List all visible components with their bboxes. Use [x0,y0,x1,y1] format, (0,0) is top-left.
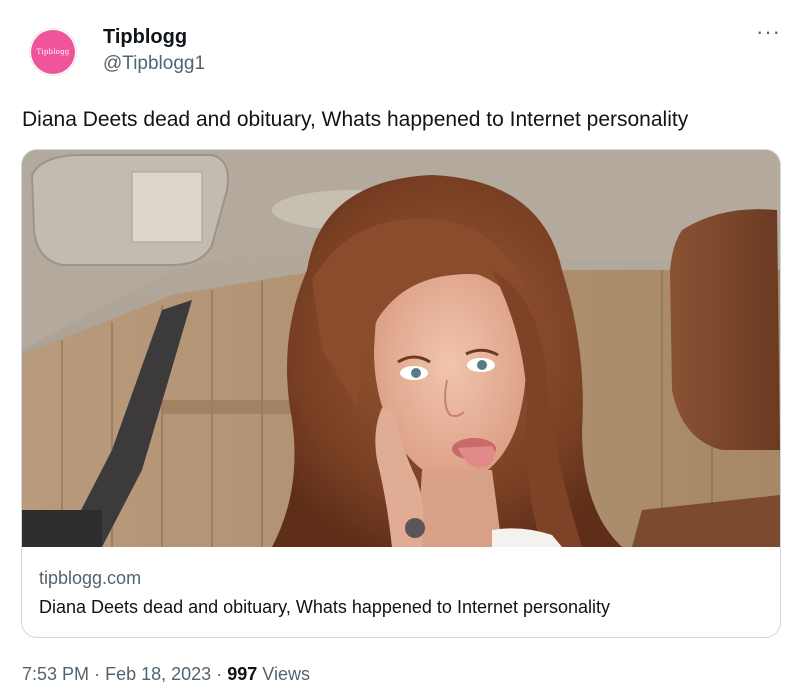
meta-separator: · [94,664,101,684]
more-horizontal-icon[interactable]: ··· [756,21,781,43]
author-display-name[interactable]: Tipblogg [103,26,187,49]
link-card-domain: tipblogg.com [39,568,142,588]
link-card-title: Diana Deets dead and obituary, Whats hap… [39,597,611,617]
views-label: Views [262,664,310,684]
tweet-metadata: 7:53 PM · Feb 18, 2023 · 997 Views [22,664,310,685]
avatar-text: Tipblogg [36,48,70,56]
photo-illustration [22,150,780,547]
tweet-time[interactable]: 7:53 PM [22,664,89,684]
author-handle[interactable]: @Tipblogg1 [103,53,205,75]
link-card-image[interactable] [22,150,780,547]
avatar-logo: Tipblogg [31,30,75,74]
tweet: Tipblogg Tipblogg @Tipblogg1 ··· Diana D… [0,0,800,691]
link-card[interactable]: tipblogg.com Diana Deets dead and obitua… [21,149,781,638]
meta-separator: · [216,664,223,684]
views-count: 997 [227,664,258,684]
tweet-date[interactable]: Feb 18, 2023 [105,664,211,684]
tweet-text: Diana Deets dead and obituary, Whats hap… [22,108,689,131]
avatar[interactable]: Tipblogg [29,28,77,76]
